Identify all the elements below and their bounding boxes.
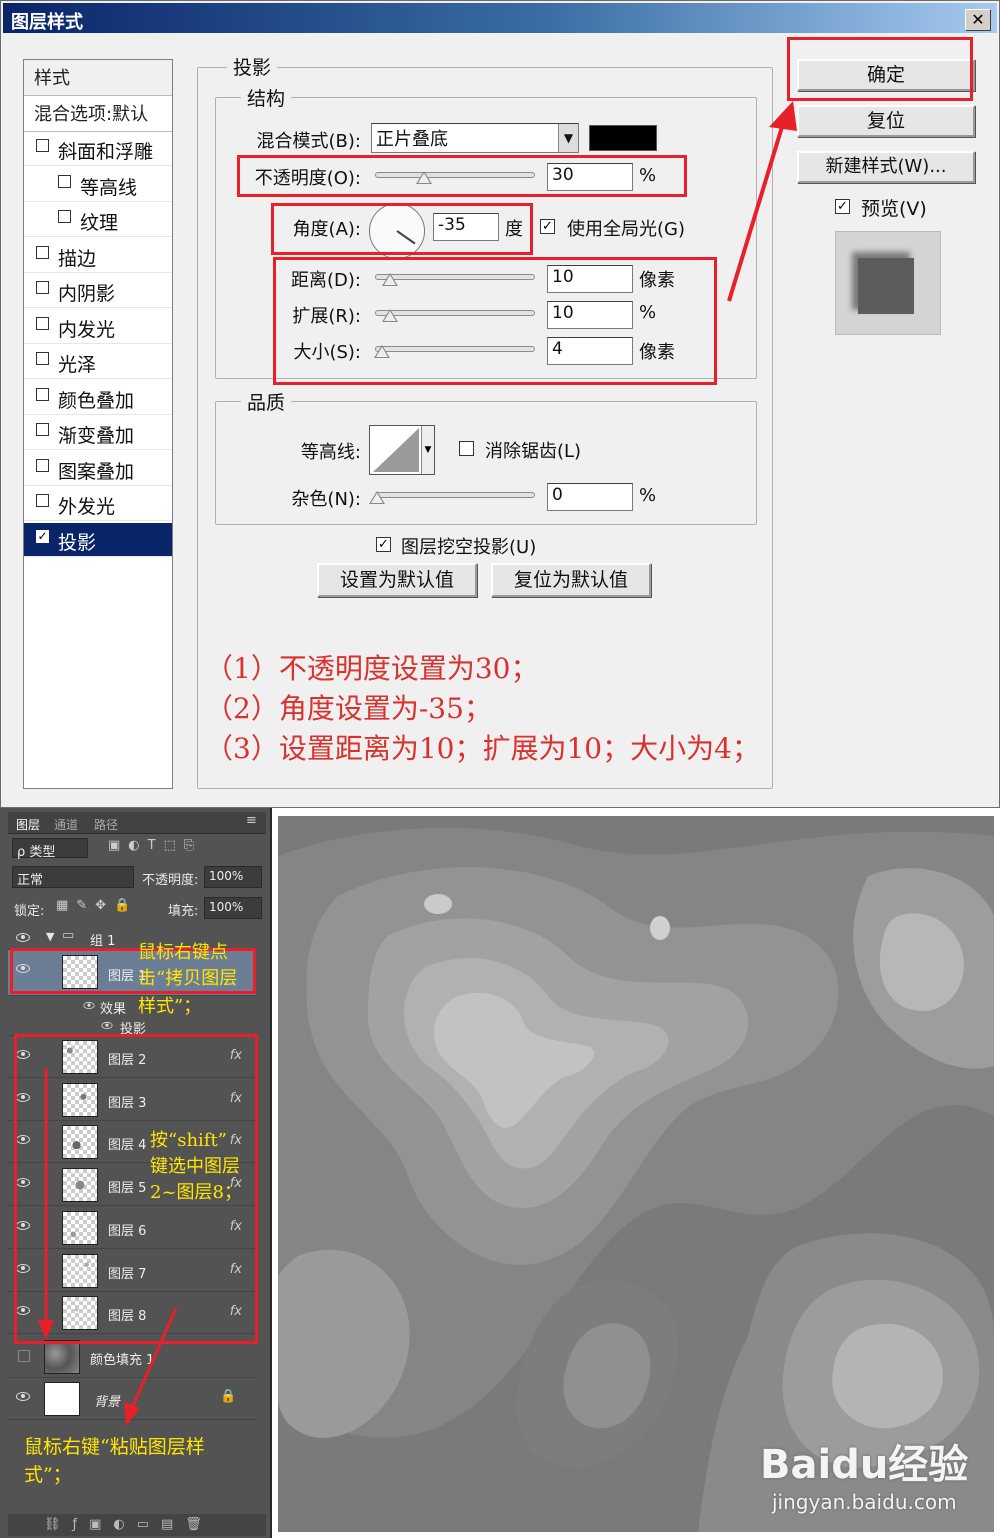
styles-header[interactable]: 样式	[24, 60, 172, 96]
knockout-label: 图层挖空投影(U)	[401, 537, 537, 558]
style-item[interactable]: 光泽	[24, 345, 172, 379]
style-checkbox[interactable]	[36, 458, 49, 472]
style-item-label: 光泽	[58, 354, 97, 376]
chevron-down-icon: ▼	[421, 426, 434, 474]
style-checkbox[interactable]	[58, 174, 71, 188]
shadow-color-swatch[interactable]	[589, 125, 657, 151]
dialog-title: 图层样式	[11, 12, 83, 33]
noise-label: 杂色(N):	[291, 489, 361, 510]
global-light-checkbox[interactable]: ✓	[540, 219, 555, 234]
style-checkbox[interactable]	[36, 139, 49, 152]
style-item[interactable]: ✓ 投影	[24, 522, 172, 557]
document-canvas[interactable]	[278, 816, 994, 1532]
style-item[interactable]: 纹理	[24, 203, 172, 237]
topographic-artwork	[278, 816, 994, 1532]
style-checkbox[interactable]	[36, 494, 49, 507]
blend-mode-select[interactable]: 正片叠底 ▼	[371, 123, 579, 153]
style-item-label: 描边	[58, 247, 97, 270]
contour-picker[interactable]: ▼	[369, 425, 435, 475]
arrow-to-ok-icon	[727, 101, 797, 302]
style-checkbox[interactable]	[36, 281, 49, 294]
style-checkbox[interactable]	[36, 316, 49, 330]
style-item[interactable]: 图案叠加	[24, 452, 172, 486]
blend-options-item[interactable]: 混合选项:默认	[24, 96, 172, 132]
global-light-label: 使用全局光(G)	[567, 219, 685, 240]
style-item[interactable]: 外发光	[24, 487, 172, 521]
style-item[interactable]: 颜色叠加	[24, 381, 172, 415]
style-list: 样式 混合选项:默认 斜面和浮雕等高线纹理描边内阴影内发光光泽颜色叠加渐变叠加图…	[23, 59, 173, 789]
preview-square	[858, 258, 914, 314]
layer-style-dialog: 图层样式 ✕ 样式 混合选项:默认 斜面和浮雕等高线纹理描边内阴影内发光光泽颜色…	[0, 0, 1000, 808]
distance-highlight-box	[273, 257, 717, 385]
style-checkbox[interactable]	[36, 423, 49, 436]
style-checkbox[interactable]: ✓	[36, 529, 49, 543]
layers-panel: 图层 通道 路径 ≡ ρ 类型 ▣◐T⬚⎘ 正常 不透明度: 100% 锁定: …	[0, 808, 272, 1538]
structure-title: 结构	[241, 84, 292, 111]
note-paste-2: 式”；	[24, 1464, 72, 1486]
contour-curve-icon	[373, 428, 419, 472]
panel-footer: ⛓ƒ▣◐▭▤🗑	[8, 1514, 266, 1536]
reset-button[interactable]: 复位	[797, 105, 975, 137]
style-checkbox[interactable]	[36, 245, 49, 259]
antialias-label: 消除锯齿(L)	[485, 441, 582, 462]
watermark-url: jingyan.baidu.com	[772, 1490, 957, 1514]
angle-highlight-box	[271, 203, 533, 255]
style-item[interactable]: 内阴影	[24, 274, 172, 308]
knockout-checkbox[interactable]: ✓	[376, 537, 391, 552]
chevron-down-icon: ▼	[558, 124, 578, 152]
preview-checkbox[interactable]: ✓	[835, 199, 850, 214]
note-opacity: （1）不透明度设置为30；	[205, 652, 539, 685]
title-bar: 图层样式 ✕	[3, 3, 997, 33]
preview-label: 预览(V)	[861, 198, 927, 220]
style-checkbox[interactable]	[36, 387, 49, 401]
new-style-button[interactable]: 新建样式(W)...	[797, 151, 975, 183]
section-title: 投影	[227, 53, 278, 80]
blend-mode-value: 正片叠底	[376, 129, 448, 150]
style-item-label: 内阴影	[58, 283, 116, 305]
ok-highlight-box	[787, 37, 973, 101]
style-preview	[835, 231, 941, 335]
style-item-label: 纹理	[80, 212, 119, 234]
style-item[interactable]: 斜面和浮雕	[24, 132, 172, 166]
quality-title: 品质	[241, 388, 292, 415]
style-item-label: 图案叠加	[58, 460, 135, 483]
style-item[interactable]: 等高线	[24, 168, 172, 202]
style-item-label: 投影	[58, 531, 97, 554]
style-item[interactable]: 内发光	[24, 310, 172, 344]
footer-icons[interactable]: ⛓ƒ▣◐▭▤🗑	[44, 1517, 214, 1532]
noise-slider-thumb[interactable]	[369, 491, 385, 504]
note-angle: （2）角度设置为-35；	[205, 692, 492, 725]
style-item[interactable]: 渐变叠加	[24, 416, 172, 450]
make-default-button[interactable]: 设置为默认值	[317, 563, 477, 597]
style-item-label: 等高线	[80, 176, 138, 199]
style-item-label: 颜色叠加	[58, 389, 135, 412]
noise-unit: %	[639, 485, 657, 506]
reset-default-button[interactable]: 复位为默认值	[491, 563, 651, 597]
style-checkbox[interactable]	[58, 210, 71, 223]
antialias-checkbox[interactable]	[459, 441, 474, 456]
watermark-brand: Baidu经验	[760, 1442, 969, 1488]
noise-slider[interactable]	[369, 491, 535, 504]
style-item-label: 内发光	[58, 318, 116, 341]
opacity-highlight-box	[237, 155, 687, 197]
noise-input[interactable]: 0	[547, 483, 633, 511]
contour-label: 等高线:	[300, 442, 361, 463]
style-item[interactable]: 描边	[24, 239, 172, 273]
close-button[interactable]: ✕	[965, 9, 991, 31]
style-item-label: 斜面和浮雕	[58, 141, 154, 163]
style-item-label: 渐变叠加	[58, 425, 135, 447]
blend-mode-label: 混合模式(B):	[256, 131, 361, 152]
annotation-arrows-icon	[38, 1068, 178, 1426]
style-item-label: 外发光	[58, 496, 116, 518]
style-checkbox[interactable]	[36, 352, 49, 365]
note-distance: （3）设置距离为10；扩展为10；大小为4；	[205, 732, 760, 765]
